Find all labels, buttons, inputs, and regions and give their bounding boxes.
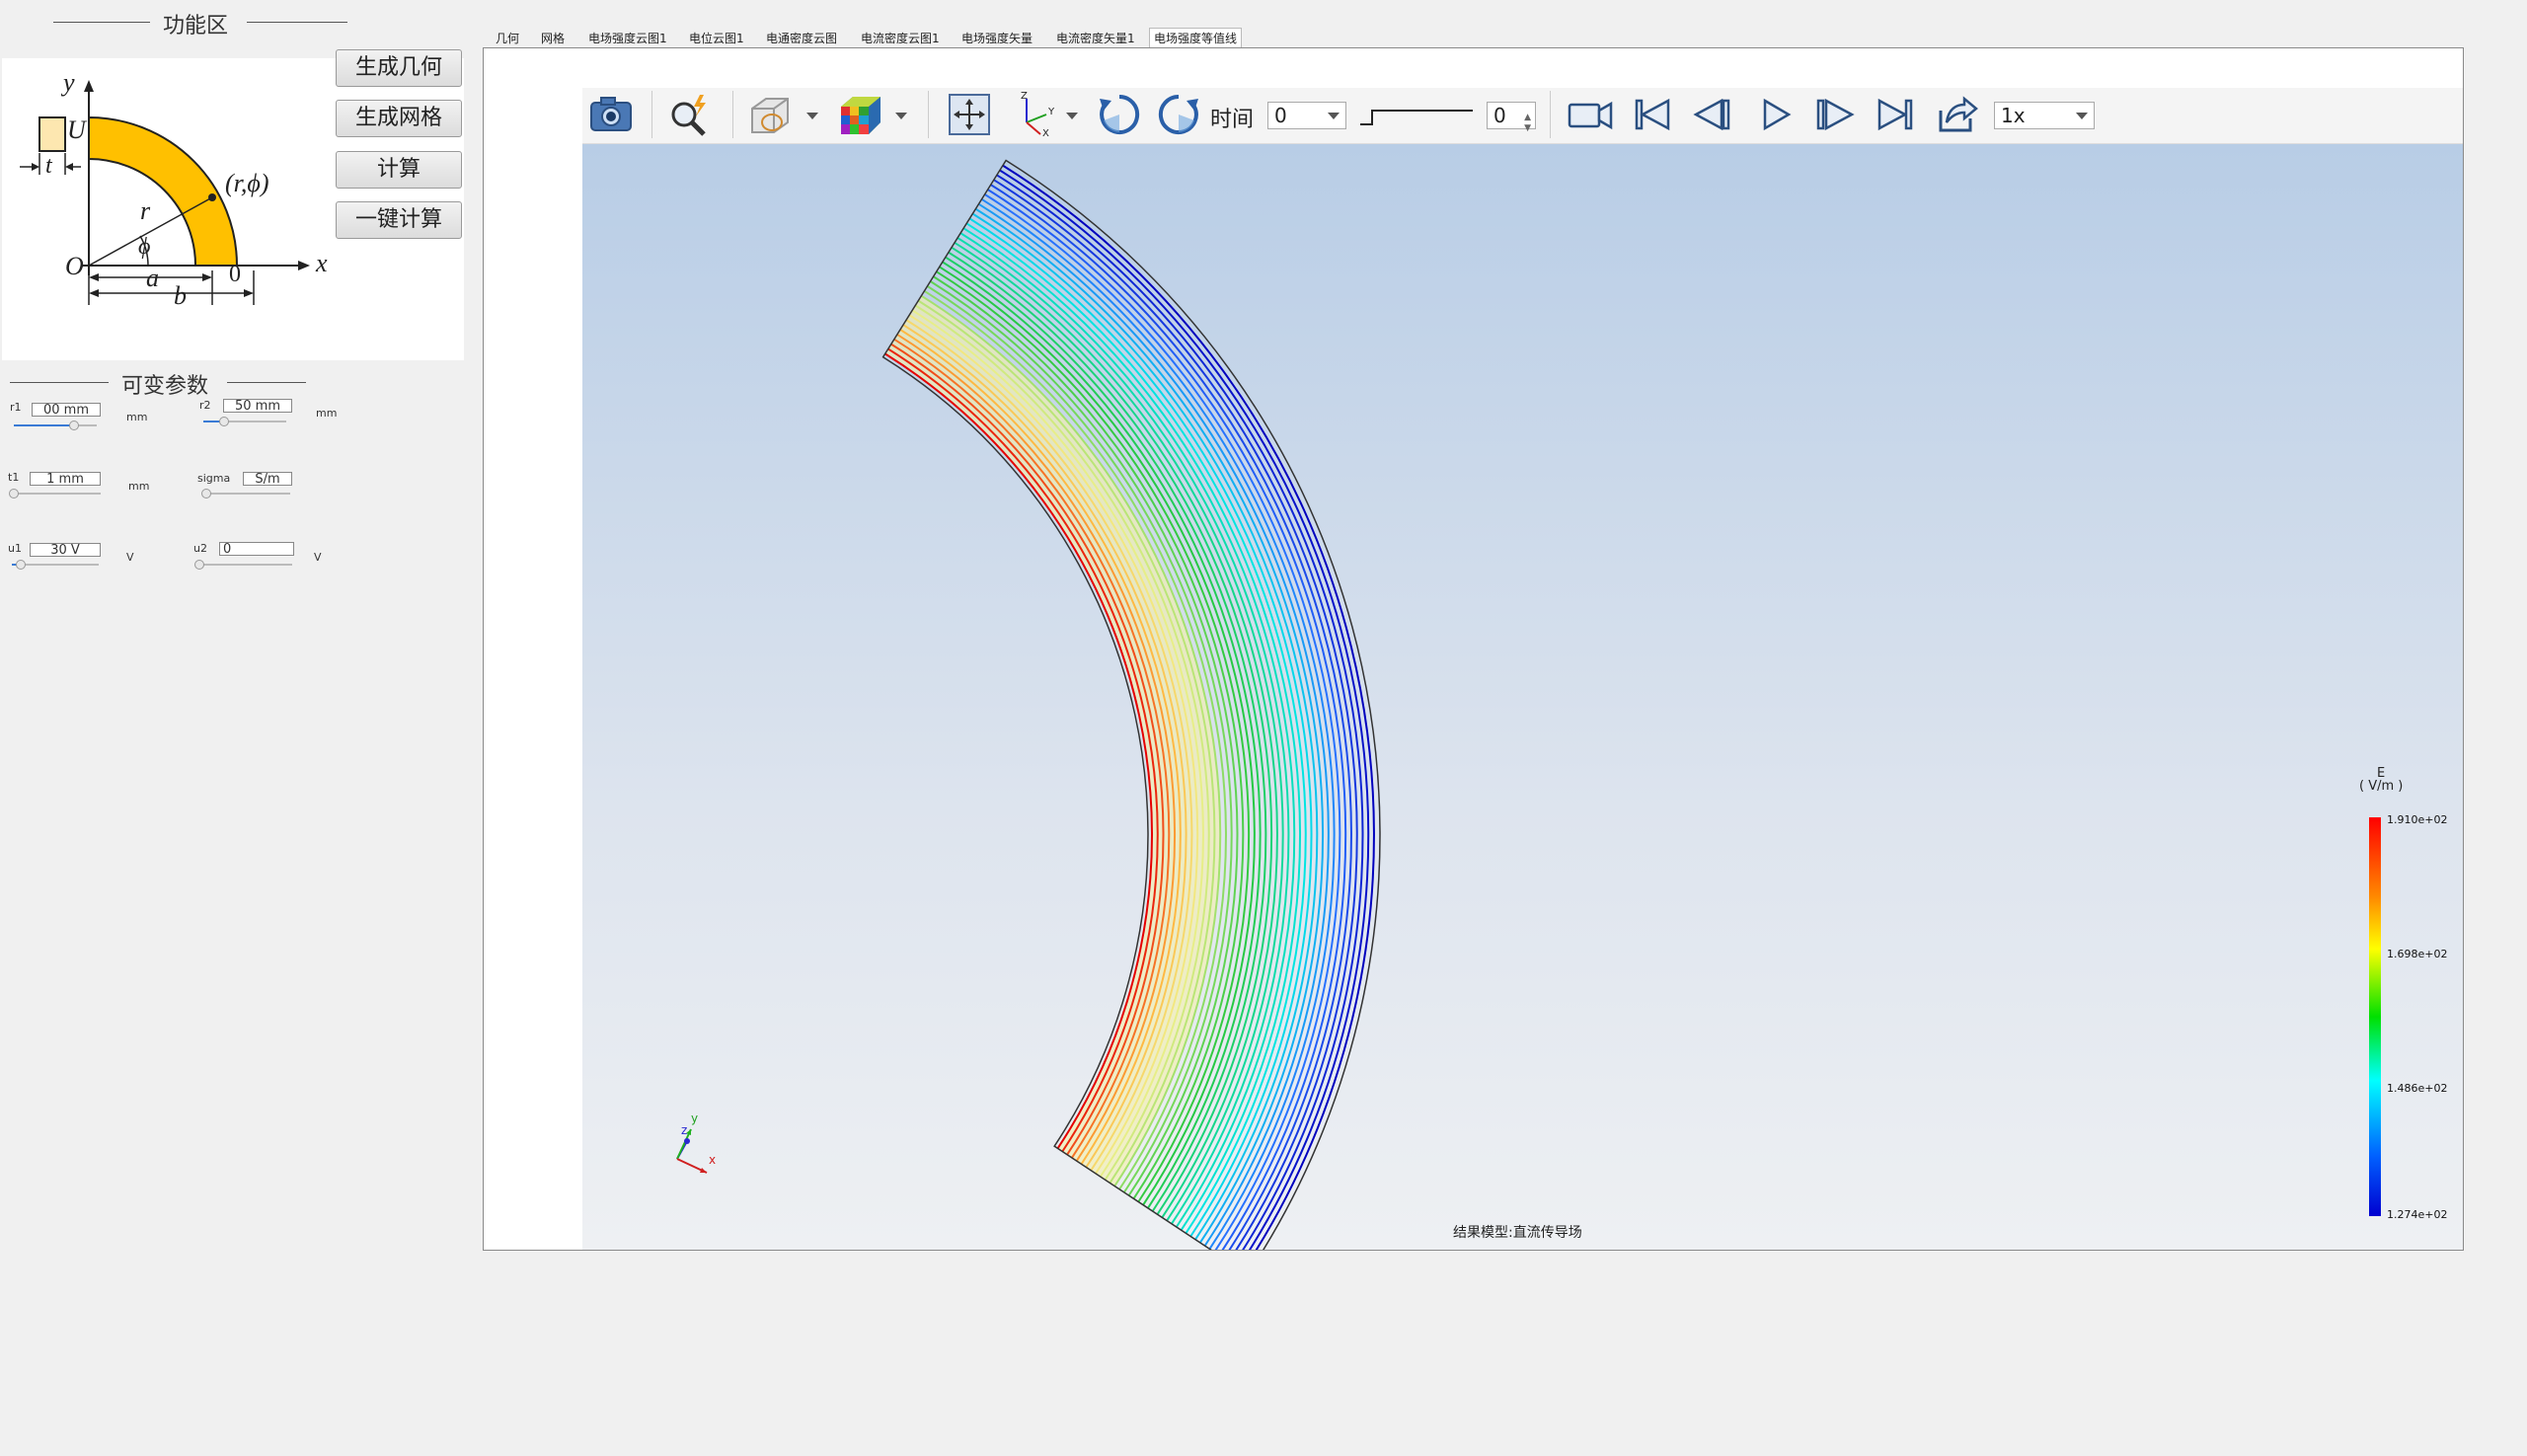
param-r2-input[interactable]: 50 mm: [223, 399, 292, 413]
time-label: 时间: [1210, 108, 1255, 132]
play-icon[interactable]: [1751, 91, 1799, 138]
legend-colorbar: [2369, 817, 2381, 1216]
param-r1-label: r1: [10, 401, 22, 414]
record-icon[interactable]: [1568, 91, 1615, 138]
diagram-label-O: O: [65, 252, 84, 280]
param-u2-slider[interactable]: [197, 564, 292, 566]
param-t1-slider-knob[interactable]: [9, 489, 19, 498]
color-cube-icon[interactable]: [837, 91, 884, 138]
param-u1-label: u1: [8, 542, 22, 555]
svg-text:Z: Z: [1021, 91, 1028, 102]
diagram-label-r: r: [140, 196, 151, 225]
param-u1-slider-knob[interactable]: [16, 560, 26, 570]
param-r1-unit: mm: [126, 411, 148, 423]
tab-current-density-vector[interactable]: 电流密度矢量1: [1052, 29, 1139, 48]
param-u1-input[interactable]: 30 V: [30, 543, 101, 557]
tab-e-field-vector[interactable]: 电场强度矢量: [957, 29, 1036, 48]
param-r2-slider-knob[interactable]: [219, 417, 229, 426]
tab-e-field-isolines[interactable]: 电场强度等值线: [1149, 28, 1243, 48]
rotate-ccw-icon[interactable]: [1155, 91, 1202, 138]
triad-label-y: y: [691, 1111, 699, 1125]
prev-frame-icon[interactable]: [1690, 91, 1737, 138]
generate-mesh-button[interactable]: 生成网格: [336, 100, 462, 137]
param-u2-slider-knob[interactable]: [194, 560, 204, 570]
tab-flux-density-contour[interactable]: 电通密度云图: [762, 29, 841, 48]
orientation-triad: y z x: [667, 1111, 736, 1181]
isoline-plot: [881, 159, 1381, 1250]
frame-spinbox[interactable]: 0 ▲ ▼: [1487, 102, 1536, 133]
one-click-compute-button[interactable]: 一键计算: [336, 201, 462, 239]
diagram-label-b: b: [174, 281, 187, 310]
time-select-arrow-icon: [1328, 113, 1340, 119]
diagram-label-zero: 0: [229, 262, 241, 287]
viewport-3d[interactable]: y z x E ( V/m ) 1.910e+02 1.698e+02 1.48…: [582, 144, 2463, 1250]
diagram-label-a: a: [146, 264, 159, 292]
param-r2-unit: mm: [316, 407, 338, 420]
diagram-label-phi: ϕ: [138, 234, 151, 260]
isoline: [884, 352, 1154, 1149]
color-cube-dropdown-icon[interactable]: [895, 113, 907, 119]
axis-orientation-icon[interactable]: Z Y X: [1011, 91, 1058, 139]
frame-slider[interactable]: [1358, 107, 1475, 126]
time-select[interactable]: 0: [1267, 102, 1346, 129]
param-sigma-slider[interactable]: [203, 493, 290, 495]
diagram-label-point: (r,ϕ): [225, 169, 269, 197]
tab-e-field-contour[interactable]: 电场强度云图1: [584, 29, 671, 48]
generate-geometry-button[interactable]: 生成几何: [336, 49, 462, 87]
param-u2-input[interactable]: 0: [219, 542, 294, 556]
export-icon[interactable]: [1933, 91, 1980, 138]
param-t1-label: t1: [8, 471, 20, 484]
svg-text:X: X: [1042, 128, 1049, 138]
diagram-label-y: y: [63, 68, 75, 97]
fit-view-icon[interactable]: [946, 91, 993, 138]
display-mode-dropdown-icon[interactable]: [806, 113, 818, 119]
spin-down-icon[interactable]: ▼: [1524, 115, 1531, 141]
frame-spinbox-value: 0: [1493, 104, 1506, 127]
param-t1-slider[interactable]: [12, 493, 101, 495]
param-t1-unit: mm: [128, 480, 150, 493]
camera-icon[interactable]: [587, 91, 635, 138]
param-t1-input[interactable]: 1 mm: [30, 472, 101, 486]
tab-current-density-contour[interactable]: 电流密度云图1: [857, 29, 944, 48]
triad-label-z: z: [681, 1123, 688, 1137]
last-frame-icon[interactable]: [1872, 91, 1919, 138]
speed-select-value: 1x: [2001, 104, 2026, 127]
param-sigma-label: sigma: [197, 472, 231, 485]
param-r1-slider-knob[interactable]: [69, 421, 79, 430]
param-u1-unit: V: [126, 551, 134, 564]
next-frame-icon[interactable]: [1810, 91, 1858, 138]
color-legend: E ( V/m ) 1.910e+02 1.698e+02 1.486e+02 …: [2349, 766, 2458, 1240]
diagram-label-t: t: [45, 153, 52, 179]
diagram-label-x: x: [316, 249, 328, 277]
param-sigma-slider-knob[interactable]: [201, 489, 211, 498]
viewport-footer: 结果模型:直流传导场: [1453, 1225, 1582, 1241]
zoom-icon[interactable]: [666, 91, 714, 138]
axis-orientation-dropdown-icon[interactable]: [1066, 113, 1078, 119]
legend-tick-min: 1.274e+02: [2387, 1208, 2448, 1221]
time-select-value: 0: [1274, 104, 1287, 127]
legend-tick-3: 1.486e+02: [2387, 1082, 2448, 1095]
compute-button[interactable]: 计算: [336, 151, 462, 189]
params-title: 可变参数: [121, 374, 209, 399]
param-r2-label: r2: [199, 399, 211, 412]
function-area-title: 功能区: [163, 14, 229, 38]
display-mode-icon[interactable]: [746, 91, 794, 138]
tab-potential-contour[interactable]: 电位云图1: [685, 29, 748, 48]
param-u2-unit: V: [314, 551, 322, 564]
rotate-cw-icon[interactable]: [1096, 91, 1143, 138]
triad-label-x: x: [709, 1153, 717, 1167]
legend-tick-max: 1.910e+02: [2387, 813, 2448, 826]
first-frame-icon[interactable]: [1629, 91, 1676, 138]
svg-text:Y: Y: [1047, 107, 1055, 117]
speed-select-arrow-icon: [2076, 113, 2088, 119]
legend-tick-2: 1.698e+02: [2387, 948, 2448, 960]
param-sigma-input[interactable]: S/m: [243, 472, 292, 486]
tab-mesh[interactable]: 网格: [537, 29, 569, 48]
tab-geometry[interactable]: 几何: [492, 29, 523, 48]
param-u2-label: u2: [193, 542, 207, 555]
param-r1-input[interactable]: 00 mm: [32, 403, 101, 417]
speed-select[interactable]: 1x: [1994, 102, 2095, 129]
legend-unit: ( V/m ): [2359, 779, 2404, 794]
diagram-label-U: U: [67, 115, 86, 144]
